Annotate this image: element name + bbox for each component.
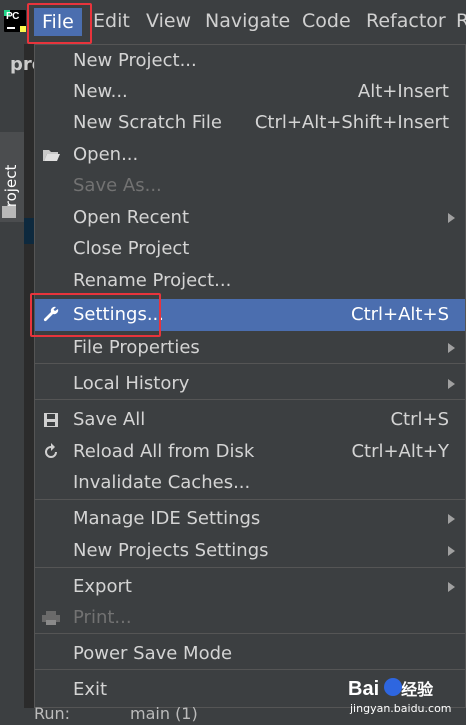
menu-item-label: Rename Project... <box>73 270 232 291</box>
menu-separator <box>35 399 465 400</box>
menu-item-open[interactable]: Open... <box>35 139 465 171</box>
file-menu-highlight <box>27 3 92 44</box>
menu-edit[interactable]: Edit <box>93 10 130 32</box>
menu-item-label: Local History <box>73 373 190 394</box>
menu-item-print: Print... <box>35 602 465 634</box>
menu-item-new-scratch-file[interactable]: New Scratch File Ctrl+Alt+Shift+Insert <box>35 107 465 139</box>
menu-navigate[interactable]: Navigate <box>205 10 290 32</box>
menu-item-label: Reload All from Disk <box>73 441 255 462</box>
menu-item-new-projects-settings[interactable]: New Projects Settings <box>35 535 465 567</box>
menu-item-label: New Project... <box>73 50 197 71</box>
menu-item-close-project[interactable]: Close Project <box>35 233 465 265</box>
menu-item-label: Open... <box>73 144 139 165</box>
menu-item-label: New Projects Settings <box>73 540 269 561</box>
file-menu-dropdown: New Project... New... Alt+Insert New Scratc… <box>34 44 466 708</box>
menu-item-label: New Scratch File <box>73 112 222 133</box>
menu-item-shortcut: Ctrl+Alt+S <box>351 304 449 325</box>
menu-item-open-recent[interactable]: Open Recent <box>35 202 465 234</box>
menu-item-save-all[interactable]: Save All Ctrl+S <box>35 404 465 436</box>
menu-item-label: Close Project <box>73 238 190 259</box>
folder-icon <box>2 206 16 218</box>
menu-separator <box>35 499 465 500</box>
submenu-arrow-icon <box>448 379 455 389</box>
menu-item-label: Export <box>73 576 132 597</box>
run-label: Run: <box>34 704 71 723</box>
menu-separator <box>35 567 465 568</box>
menu-item-shortcut: Ctrl+S <box>390 409 449 430</box>
menu-separator <box>35 669 465 670</box>
menu-item-label: Save All <box>73 409 146 430</box>
run-tab[interactable]: main (1) <box>130 704 198 723</box>
menu-item-label: Manage IDE Settings <box>73 508 261 529</box>
save-icon <box>41 411 61 429</box>
menu-item-label: Print... <box>73 607 132 628</box>
folder-open-icon <box>41 146 61 164</box>
menu-bar: PC File Edit View Navigate Code Refactor… <box>0 0 466 44</box>
reload-icon <box>41 443 61 461</box>
menu-item-shortcut: Alt+Insert <box>357 81 449 102</box>
menu-item-new[interactable]: New... Alt+Insert <box>35 76 465 108</box>
menu-item-label: New... <box>73 81 128 102</box>
menu-separator <box>35 363 465 364</box>
menu-view[interactable]: View <box>146 10 191 32</box>
menu-item-export[interactable]: Export <box>35 571 465 603</box>
menu-item-manage-ide-settings[interactable]: Manage IDE Settings <box>35 503 465 535</box>
menu-item-label: File Properties <box>73 337 200 358</box>
menu-item-label: Invalidate Caches... <box>73 472 251 493</box>
menu-item-shortcut: Ctrl+Alt+Y <box>351 441 449 462</box>
printer-icon <box>41 609 61 627</box>
menu-item-label: Exit <box>73 679 108 700</box>
selected-tree-row <box>24 218 34 244</box>
baidu-watermark: Bai 经验 jingyan.baidu.com <box>348 676 464 724</box>
pycharm-logo-icon: PC <box>4 10 26 32</box>
paw-icon <box>384 678 402 696</box>
settings-highlight <box>30 293 161 337</box>
menu-item-invalidate-caches[interactable]: Invalidate Caches... <box>35 467 465 499</box>
menu-run-truncated[interactable]: R <box>456 10 466 32</box>
menu-item-power-save-mode[interactable]: Power Save Mode <box>35 638 465 670</box>
menu-item-shortcut: Ctrl+Alt+Shift+Insert <box>254 112 449 133</box>
menu-item-label: Open Recent <box>73 207 190 228</box>
submenu-arrow-icon <box>448 546 455 556</box>
submenu-arrow-icon <box>448 343 455 353</box>
menu-item-save-as: Save As... <box>35 170 465 202</box>
menu-item-local-history[interactable]: Local History <box>35 368 465 400</box>
menu-separator <box>35 633 465 634</box>
menu-refactor[interactable]: Refactor <box>366 10 446 32</box>
menu-item-new-project[interactable]: New Project... <box>35 45 465 77</box>
menu-item-label: Power Save Mode <box>73 643 233 664</box>
menu-item-label: Save As... <box>73 175 162 196</box>
menu-item-reload-all-from-disk[interactable]: Reload All from Disk Ctrl+Alt+Y <box>35 436 465 468</box>
submenu-arrow-icon <box>448 582 455 592</box>
submenu-arrow-icon <box>448 213 455 223</box>
menu-code[interactable]: Code <box>302 10 351 32</box>
watermark-site: jingyan.baidu.com <box>350 702 452 715</box>
submenu-arrow-icon <box>448 514 455 524</box>
